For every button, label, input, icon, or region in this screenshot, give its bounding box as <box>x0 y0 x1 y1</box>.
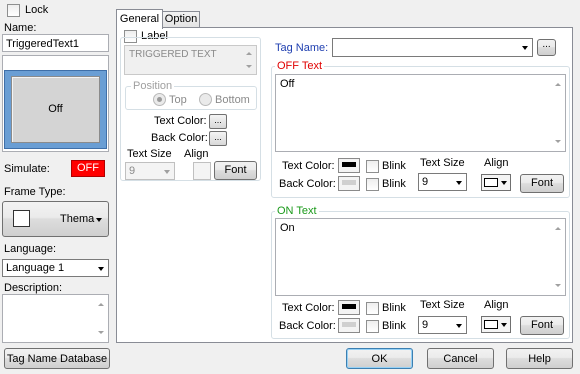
scroll-down-icon <box>246 65 252 68</box>
off-text-field[interactable]: Off <box>275 74 566 152</box>
off-font-button[interactable]: Font <box>520 174 564 193</box>
off-back-color-label: Back Color: <box>279 178 336 190</box>
frame-type-dropdown[interactable]: Thema <box>2 201 109 237</box>
off-blink-text-label: Blink <box>382 160 406 172</box>
off-text-title: OFF Text <box>275 60 325 72</box>
align-icon <box>484 178 498 187</box>
scroll-up-icon <box>555 227 561 230</box>
description-field[interactable] <box>2 294 109 343</box>
label-text-value: TRIGGERED TEXT <box>129 49 217 60</box>
chevron-down-icon <box>501 323 507 327</box>
tab-general[interactable]: General <box>116 9 163 29</box>
on-align-button[interactable] <box>481 316 511 333</box>
position-label: Position <box>131 80 175 92</box>
on-text-size-value: 9 <box>422 319 429 331</box>
off-text-color-swatch[interactable] <box>338 158 360 173</box>
off-align-button[interactable] <box>481 174 511 191</box>
label-back-color-button[interactable]: ... <box>209 131 227 146</box>
simulate-label: Simulate: <box>4 163 50 175</box>
frame-square-icon <box>13 210 30 227</box>
chevron-down-icon <box>522 46 528 50</box>
on-text-scrollbar[interactable] <box>551 219 565 295</box>
position-top-radio[interactable] <box>153 93 166 106</box>
tag-name-database-button[interactable]: Tag Name Database <box>4 348 110 369</box>
on-text-field[interactable]: On <box>275 218 566 296</box>
language-select[interactable]: Language 1 <box>2 259 109 277</box>
on-blink-text-checkbox[interactable] <box>366 302 379 315</box>
chevron-down-icon <box>98 267 104 271</box>
label-font-button[interactable]: Font <box>214 161 257 180</box>
label-text-size-value: 9 <box>129 165 136 177</box>
off-blink-text-checkbox[interactable] <box>366 160 379 173</box>
ok-button[interactable]: OK <box>346 348 413 369</box>
off-text-size-select[interactable]: 9 <box>418 173 467 191</box>
label-text-color-label: Text Color: <box>154 115 207 127</box>
name-field[interactable]: TriggeredText1 <box>2 34 109 52</box>
frame-type-value: Thema <box>60 213 95 225</box>
on-back-color-label: Back Color: <box>279 320 336 332</box>
off-text-color-label: Text Color: <box>282 160 335 172</box>
scroll-down-icon <box>555 140 561 143</box>
scroll-up-icon <box>555 83 561 86</box>
on-text-value: On <box>280 222 295 234</box>
label-align-label: Align <box>184 148 209 160</box>
tag-browse-button[interactable]: ... <box>537 39 556 56</box>
on-blink-back-checkbox[interactable] <box>366 320 379 333</box>
on-text-title: ON Text <box>275 205 319 217</box>
off-text-size-value: 9 <box>422 176 429 188</box>
scroll-up-icon <box>98 303 104 306</box>
chevron-down-icon <box>456 181 462 185</box>
label-text-size-select[interactable]: 9 <box>125 162 175 180</box>
scroll-down-icon <box>98 331 104 334</box>
tab-option[interactable]: Option <box>162 11 200 28</box>
off-text-value: Off <box>280 78 295 90</box>
label-text-field[interactable]: TRIGGERED TEXT <box>124 45 257 75</box>
off-text-size-label: Text Size <box>420 157 465 169</box>
on-text-color-swatch[interactable] <box>338 300 360 315</box>
on-blink-text-label: Blink <box>382 302 406 314</box>
lock-label: Lock <box>25 4 49 16</box>
preview-frame: Off <box>4 70 107 149</box>
simulate-toggle[interactable]: OFF <box>71 160 105 177</box>
label-text-color-button[interactable]: ... <box>209 114 227 129</box>
on-back-color-swatch[interactable] <box>338 318 360 333</box>
align-icon <box>484 320 498 329</box>
language-value: Language 1 <box>6 262 65 274</box>
cancel-button[interactable]: Cancel <box>427 348 494 369</box>
on-blink-back-label: Blink <box>382 320 406 332</box>
on-align-label: Align <box>484 299 509 311</box>
off-text-scrollbar[interactable] <box>551 75 565 151</box>
on-text-color-label: Text Color: <box>282 302 335 314</box>
scroll-down-icon <box>555 284 561 287</box>
description-scrollbar[interactable] <box>94 295 108 342</box>
label-align-button[interactable] <box>193 162 211 180</box>
frame-type-label: Frame Type: <box>4 186 66 198</box>
label-back-color-label: Back Color: <box>151 132 208 144</box>
off-align-label: Align <box>484 157 509 169</box>
preview-text: Off <box>11 76 100 143</box>
preview-panel: Off <box>2 55 109 152</box>
tag-name-label: Tag Name: <box>275 42 329 54</box>
position-bottom-label: Bottom <box>215 94 250 106</box>
help-button[interactable]: Help <box>506 348 573 369</box>
chevron-down-icon <box>96 218 102 222</box>
scroll-up-icon <box>246 52 252 55</box>
chevron-down-icon <box>456 324 462 328</box>
on-font-button[interactable]: Font <box>520 316 564 335</box>
language-label: Language: <box>4 243 56 255</box>
on-text-size-select[interactable]: 9 <box>418 316 467 334</box>
label-text-size-label: Text Size <box>127 148 172 160</box>
lock-checkbox[interactable] <box>7 4 20 17</box>
off-blink-back-checkbox[interactable] <box>366 178 379 191</box>
tag-name-select[interactable] <box>332 38 533 57</box>
on-text-size-label: Text Size <box>420 299 465 311</box>
chevron-down-icon <box>164 170 170 174</box>
off-blink-back-label: Blink <box>382 178 406 190</box>
chevron-down-icon <box>501 181 507 185</box>
position-top-label: Top <box>169 94 187 106</box>
position-bottom-radio[interactable] <box>199 93 212 106</box>
off-back-color-swatch[interactable] <box>338 176 360 191</box>
